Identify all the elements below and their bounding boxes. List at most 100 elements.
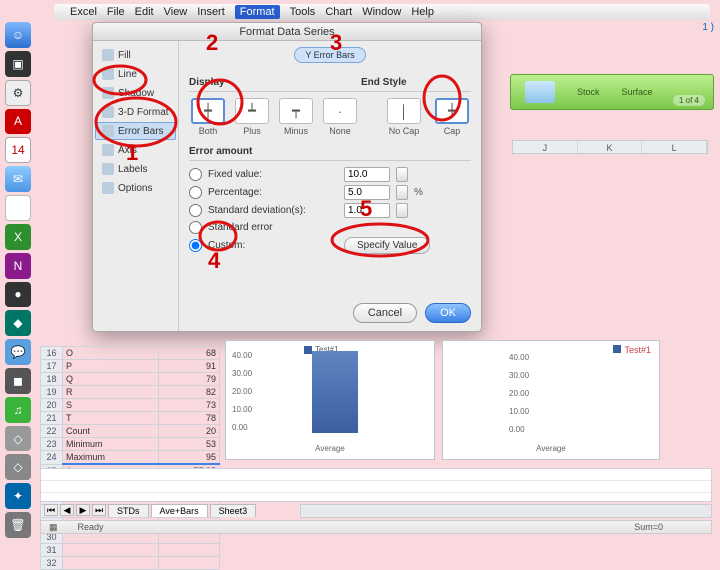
trash-icon[interactable]: 🗑	[5, 512, 31, 538]
endstyle-nocap[interactable]: │No Cap	[385, 98, 423, 136]
cell-A32[interactable]	[63, 557, 159, 570]
menubar-app[interactable]: Excel	[70, 6, 97, 18]
row-19[interactable]: 19R82	[41, 386, 220, 399]
cell-B16[interactable]: 68	[158, 347, 219, 360]
horizontal-scrollbar[interactable]	[300, 504, 712, 518]
cell-B20[interactable]: 73	[158, 399, 219, 412]
row-17[interactable]: 17P91	[41, 360, 220, 373]
input-fixed[interactable]	[344, 167, 390, 182]
menubar-tools[interactable]: Tools	[290, 6, 316, 18]
cell-B21[interactable]: 78	[158, 412, 219, 425]
excel-icon[interactable]: X	[5, 224, 31, 250]
cell-A20[interactable]: S	[63, 399, 159, 412]
cell-B24[interactable]: 95	[158, 451, 219, 465]
rowhead-32[interactable]: 32	[41, 557, 63, 570]
cell-A18[interactable]: Q	[63, 373, 159, 386]
cell-B32[interactable]	[158, 557, 219, 570]
row-18[interactable]: 18Q79	[41, 373, 220, 386]
app3-icon[interactable]: ◼	[5, 368, 31, 394]
tab-nav-first-icon[interactable]: ⏮	[44, 504, 58, 516]
row-16[interactable]: 16O68	[41, 347, 220, 360]
view-normal-icon[interactable]: ▦	[49, 522, 58, 533]
app4-icon[interactable]: ◇	[5, 426, 31, 452]
display-minus[interactable]: ┯Minus	[277, 98, 315, 136]
cell-A17[interactable]: P	[63, 360, 159, 373]
app2-icon[interactable]: ◆	[5, 310, 31, 336]
sidebar-item-options[interactable]: Options	[95, 179, 176, 197]
cell-A31[interactable]	[63, 544, 159, 557]
cell-B31[interactable]	[158, 544, 219, 557]
rowhead-19[interactable]: 19	[41, 386, 63, 399]
ok-button[interactable]: OK	[425, 303, 471, 323]
radio-stderr[interactable]	[189, 221, 202, 234]
ical-icon[interactable]: 14	[5, 137, 31, 163]
radio-fixed[interactable]	[189, 168, 202, 181]
spreadsheet-cells[interactable]: 16O6817P9118Q7919R8220S7321T7822Count202…	[40, 346, 220, 570]
adobe-reader-icon[interactable]: A	[5, 109, 31, 135]
sidebar-item-shadow[interactable]: Shadow	[95, 84, 176, 102]
row-22[interactable]: 22Count20	[41, 425, 220, 438]
rowhead-21[interactable]: 21	[41, 412, 63, 425]
radio-custom[interactable]	[189, 239, 202, 252]
specify-value-button[interactable]: Specify Value	[344, 237, 430, 254]
tab-y-error-bars[interactable]: Y Error Bars	[294, 47, 365, 63]
input-stdev[interactable]	[344, 203, 390, 218]
tab-nav-last-icon[interactable]: ⏭	[92, 504, 106, 516]
mail-icon[interactable]: ✉	[5, 166, 31, 192]
menubar-view[interactable]: View	[164, 6, 188, 18]
sheet-tab-sheet3[interactable]: Sheet3	[210, 504, 257, 517]
stepper-percentage[interactable]	[396, 185, 408, 200]
cancel-button[interactable]: Cancel	[353, 303, 417, 323]
display-both[interactable]: ┿Both	[189, 98, 227, 136]
finder-icon[interactable]: ☺	[5, 22, 31, 48]
menubar-file[interactable]: File	[107, 6, 125, 18]
chart-ribbon[interactable]: Stock Surface 1 of 4	[510, 74, 714, 110]
cell-B17[interactable]: 91	[158, 360, 219, 373]
menubar-format[interactable]: Format	[235, 5, 280, 19]
rowhead-31[interactable]: 31	[41, 544, 63, 557]
row-31[interactable]: 31	[41, 544, 220, 557]
terminal-icon[interactable]: ▣	[5, 51, 31, 77]
mac-menubar[interactable]: Excel File Edit View Insert Format Tools…	[54, 4, 710, 20]
chart-type-thumb-icon[interactable]	[525, 81, 555, 103]
tab-nav-prev-icon[interactable]: ◀	[60, 504, 74, 516]
sidebar-item-line[interactable]: Line	[95, 65, 176, 83]
ichat-icon[interactable]: 💬	[5, 339, 31, 365]
rowhead-23[interactable]: 23	[41, 438, 63, 451]
cell-A21[interactable]: T	[63, 412, 159, 425]
chart-left[interactable]: Test#1 40.00 30.00 20.00 10.00 0.00 Aver…	[225, 340, 435, 460]
chart-right[interactable]: Test#1 40.00 30.00 20.00 10.00 0.00 Aver…	[442, 340, 660, 460]
rowhead-16[interactable]: 16	[41, 347, 63, 360]
col-L[interactable]: L	[642, 141, 707, 153]
cell-B23[interactable]: 53	[158, 438, 219, 451]
row-23[interactable]: 23Minimum53	[41, 438, 220, 451]
sheet-tab-stds[interactable]: STDs	[108, 504, 149, 517]
onenote-icon[interactable]: N	[5, 253, 31, 279]
display-plus[interactable]: ┷Plus	[233, 98, 271, 136]
ribbon-tab-surface[interactable]: Surface	[622, 87, 653, 97]
tab-nav-next-icon[interactable]: ▶	[76, 504, 90, 516]
radio-stdev[interactable]	[189, 204, 202, 217]
col-K[interactable]: K	[578, 141, 643, 153]
ribbon-page-nav[interactable]: 1 of 4	[673, 95, 705, 106]
sidebar-item-fill[interactable]: Fill	[95, 46, 176, 64]
cell-A22[interactable]: Count	[63, 425, 159, 438]
rowhead-24[interactable]: 24	[41, 451, 63, 465]
cell-B18[interactable]: 79	[158, 373, 219, 386]
input-percentage[interactable]	[344, 185, 390, 200]
cell-B22[interactable]: 20	[158, 425, 219, 438]
cell-A19[interactable]: R	[63, 386, 159, 399]
cell-B19[interactable]: 82	[158, 386, 219, 399]
row-20[interactable]: 20S73	[41, 399, 220, 412]
sidebar-item-labels[interactable]: Labels	[95, 160, 176, 178]
menubar-edit[interactable]: Edit	[135, 6, 154, 18]
menubar-chart[interactable]: Chart	[325, 6, 352, 18]
menubar-help[interactable]: Help	[411, 6, 434, 18]
cell-A23[interactable]: Minimum	[63, 438, 159, 451]
row-24[interactable]: 24Maximum95	[41, 451, 220, 465]
col-J[interactable]: J	[513, 141, 578, 153]
rowhead-18[interactable]: 18	[41, 373, 63, 386]
endstyle-cap[interactable]: ┿Cap	[433, 98, 471, 136]
sidebar-item-3d[interactable]: 3-D Format	[95, 103, 176, 121]
preview-icon[interactable]: ▤	[5, 195, 31, 221]
